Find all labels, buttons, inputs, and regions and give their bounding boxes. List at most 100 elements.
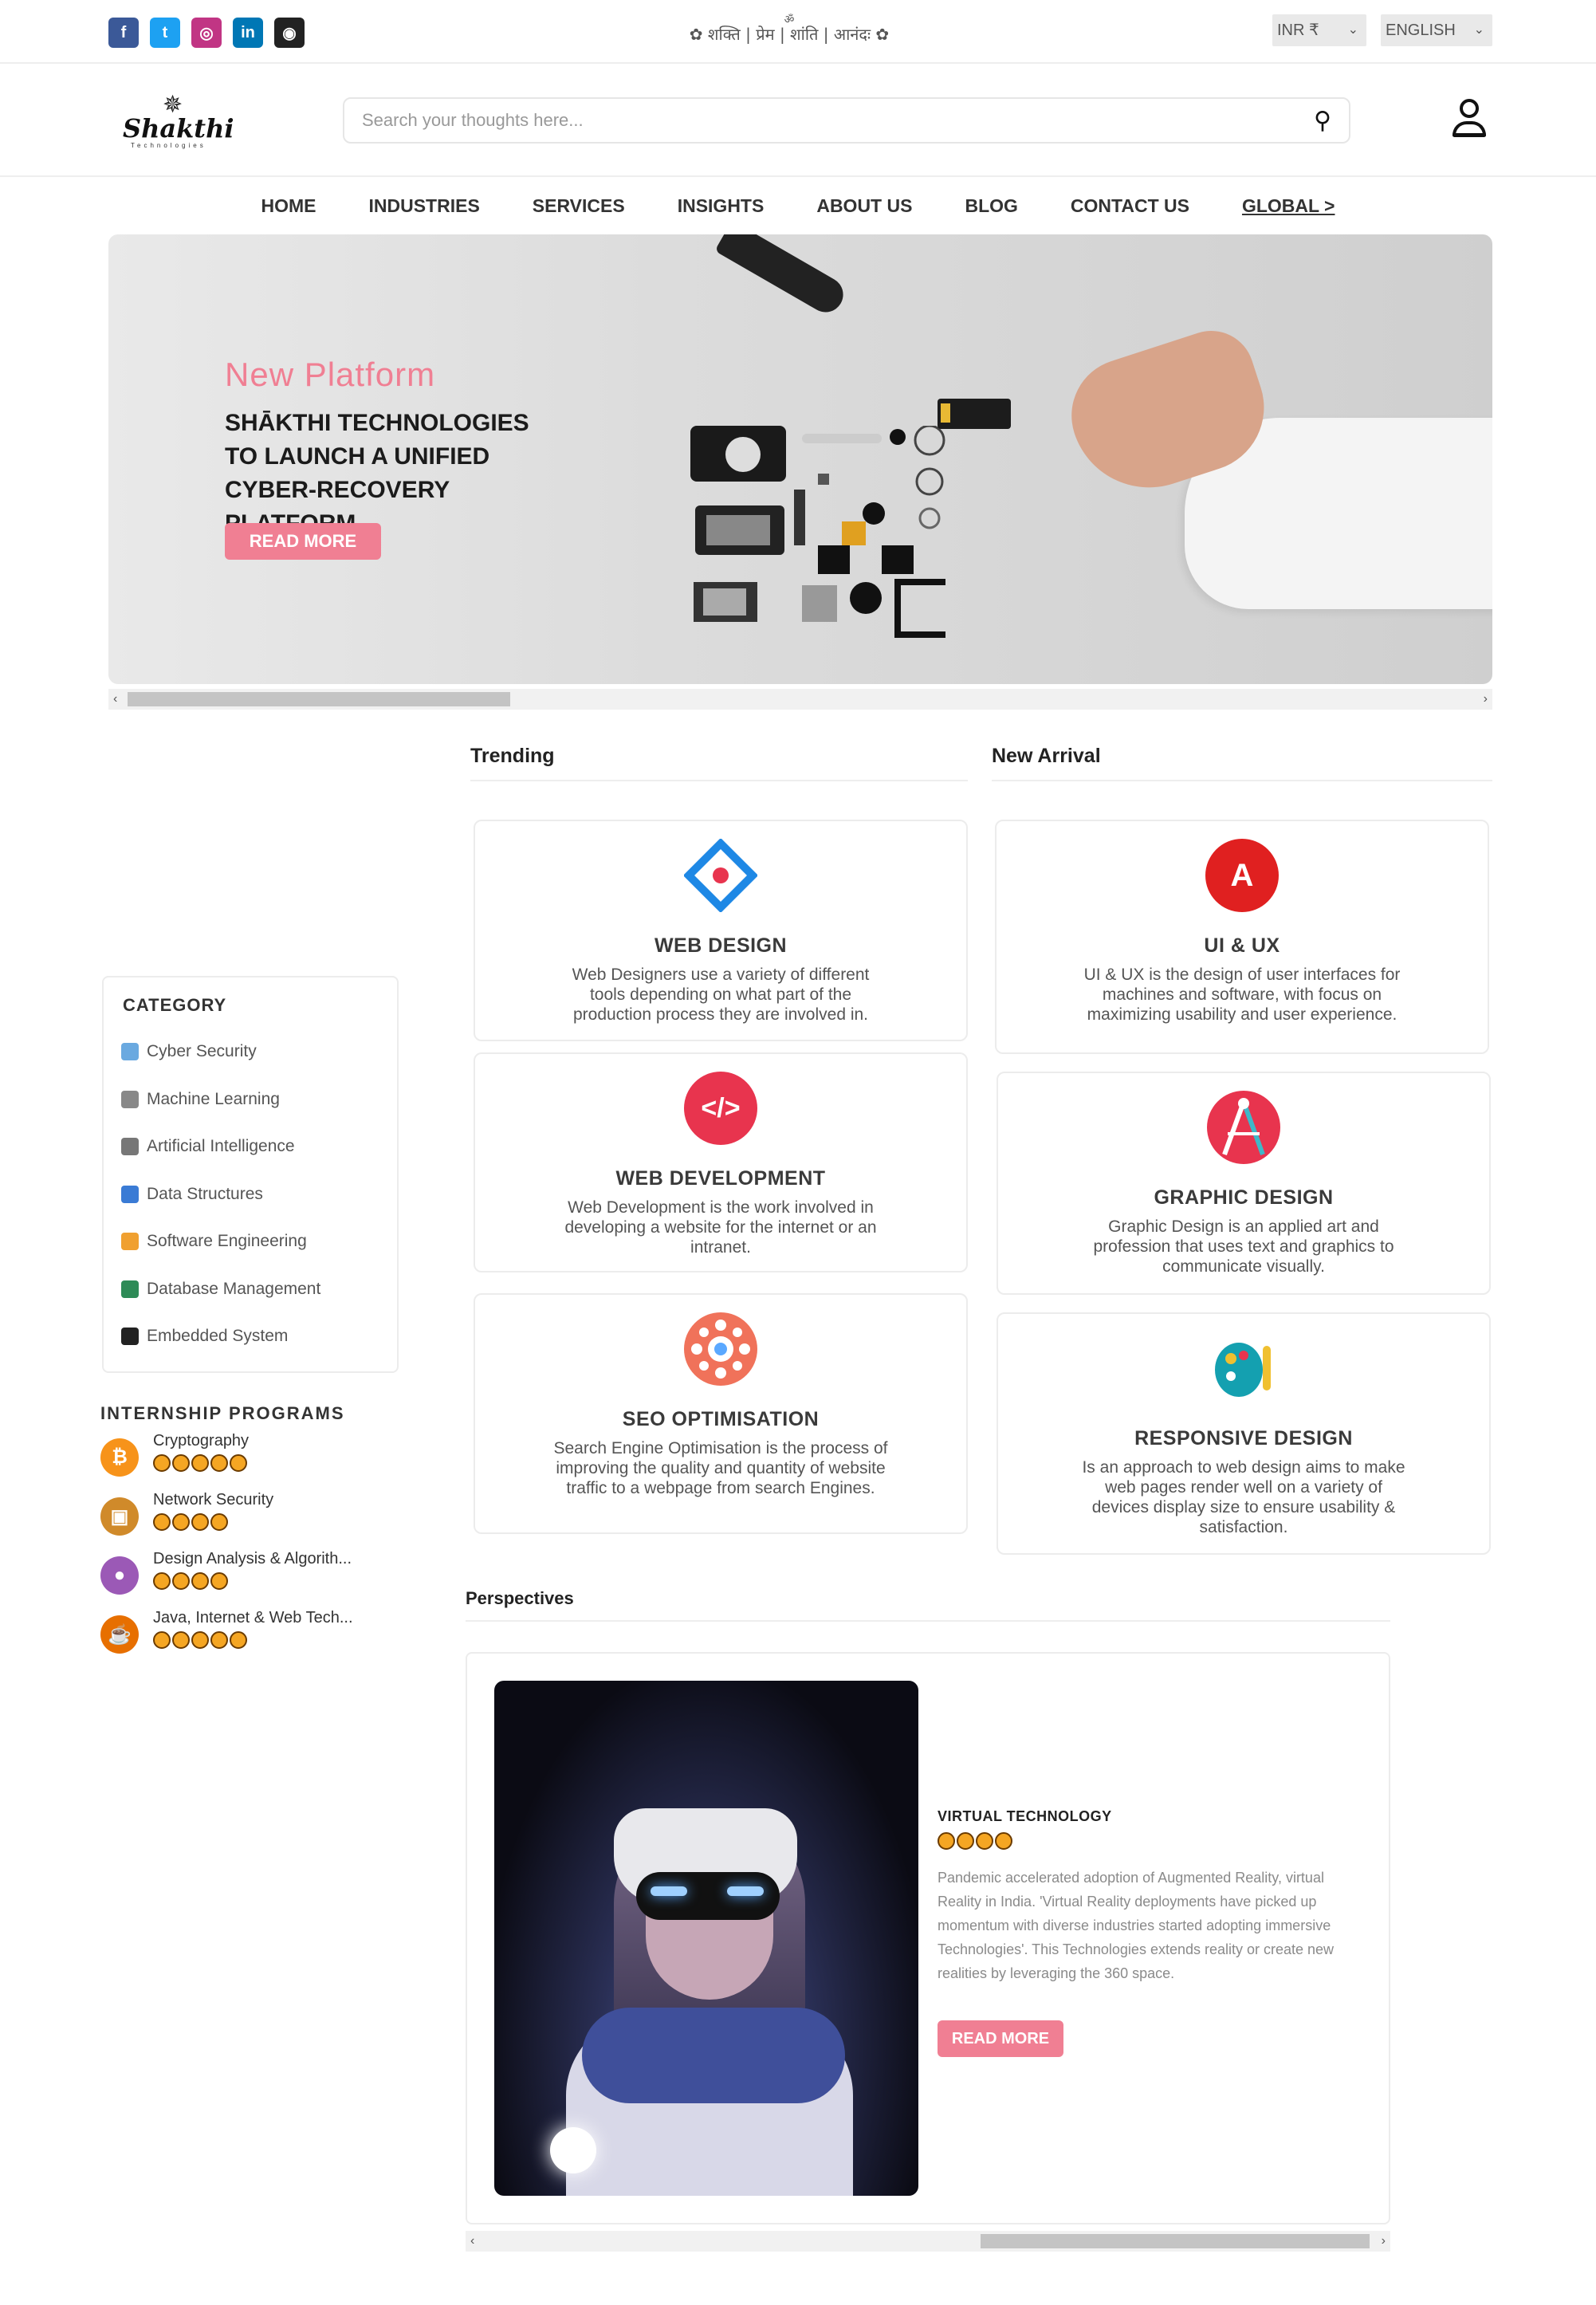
star-icon: [191, 1454, 209, 1472]
hero-headline: SHĀKTHI TECHNOLOGIES TO LAUNCH A UNIFIED…: [225, 410, 529, 537]
algorithm-icon: ●: [100, 1556, 139, 1595]
perspective-read-more-button[interactable]: READ MORE: [938, 2020, 1063, 2057]
internship-label: Design Analysis & Algorith...: [153, 1550, 352, 1567]
currency-select[interactable]: INR ₹ ⌄: [1272, 14, 1366, 46]
internship-item[interactable]: ₿ Cryptography: [100, 1432, 387, 1480]
nav-blog[interactable]: BLOG: [938, 191, 1044, 220]
star-icon: [230, 1631, 247, 1649]
instagram-icon[interactable]: ◎: [191, 18, 222, 48]
card-description: Is an approach to web design aims to mak…: [1082, 1458, 1405, 1536]
nav-services[interactable]: SERVICES: [506, 191, 651, 220]
divider: [992, 780, 1492, 781]
scroll-right-icon[interactable]: ›: [1484, 689, 1488, 710]
card-description: Web Development is the work involved in …: [564, 1198, 877, 1257]
nav-contact-us[interactable]: CONTACT US: [1044, 191, 1216, 220]
category-label: Embedded System: [147, 1327, 289, 1345]
java-icon: ☕: [100, 1615, 139, 1654]
code-icon: </>: [684, 1072, 757, 1145]
category-item[interactable]: Database Management: [121, 1277, 320, 1301]
scrollbar-thumb[interactable]: [128, 692, 510, 706]
star-icon: [230, 1454, 247, 1472]
perspective-scrollbar[interactable]: ‹ ›: [466, 2231, 1390, 2252]
internship-item[interactable]: ☕ Java, Internet & Web Tech...: [100, 1609, 387, 1657]
linkedin-icon[interactable]: in: [233, 18, 263, 48]
card-graphic-design[interactable]: GRAPHIC DESIGN Graphic Design is an appl…: [997, 1072, 1491, 1295]
category-label: Data Structures: [147, 1184, 263, 1203]
card-web-design[interactable]: WEB DESIGN Web Designers use a variety o…: [474, 820, 968, 1041]
internship-label: Cryptography: [153, 1432, 250, 1449]
github-icon[interactable]: ◉: [274, 18, 305, 48]
category-label: Machine Learning: [147, 1089, 280, 1108]
logo[interactable]: ✵ Shakthi Technologies: [123, 91, 234, 149]
language-value: ENGLISH: [1386, 22, 1456, 39]
camera-parts-image: [690, 426, 945, 638]
twitter-icon[interactable]: t: [150, 18, 180, 48]
category-icon: [121, 1090, 139, 1108]
usb-key-image: [714, 234, 850, 319]
search-input[interactable]: [362, 108, 1279, 132]
hero-banner: New Platform SHĀKTHI TECHNOLOGIES TO LAU…: [108, 234, 1492, 684]
category-item[interactable]: Software Engineering: [121, 1229, 307, 1253]
category-title: CATEGORY: [123, 995, 227, 1015]
currency-value: INR ₹: [1277, 22, 1319, 39]
card-responsive-design[interactable]: RESPONSIVE DESIGN Is an approach to web …: [997, 1312, 1491, 1555]
rating-stars: [153, 1454, 247, 1472]
main-nav: HOME INDUSTRIES SERVICES INSIGHTS ABOUT …: [0, 191, 1596, 220]
new-arrival-title: New Arrival: [992, 745, 1101, 767]
category-item[interactable]: Data Structures: [121, 1182, 263, 1206]
network-security-icon: ▣: [100, 1497, 139, 1536]
perspectives-title: Perspectives: [466, 1588, 574, 1608]
hero-read-more-button[interactable]: READ MORE: [225, 523, 381, 560]
card-description: UI & UX is the design of user interfaces…: [1083, 966, 1401, 1024]
logo-name: Shakthi: [123, 113, 234, 144]
category-icon: [121, 1138, 139, 1155]
facebook-icon[interactable]: f: [108, 18, 139, 48]
internship-label: Java, Internet & Web Tech...: [153, 1609, 353, 1626]
internship-item[interactable]: ▣ Network Security: [100, 1491, 387, 1539]
nav-home[interactable]: HOME: [235, 191, 343, 220]
nav-insights[interactable]: INSIGHTS: [651, 191, 791, 220]
card-title: SEO OPTIMISATION: [622, 1408, 820, 1430]
scroll-left-icon[interactable]: ‹: [113, 689, 117, 710]
search-icon[interactable]: ⚲: [1314, 107, 1331, 135]
scrollbar-thumb[interactable]: [981, 2234, 1370, 2248]
perspective-text: Pandemic accelerated adoption of Augment…: [938, 1870, 1335, 1981]
star-icon: [995, 1832, 1012, 1850]
om-symbol: ॐ: [784, 14, 795, 26]
hero-scrollbar[interactable]: ‹ ›: [108, 689, 1492, 710]
nav-industries[interactable]: INDUSTRIES: [343, 191, 506, 220]
web-design-icon: [684, 839, 757, 912]
chevron-down-icon: ⌄: [1347, 23, 1358, 37]
top-bar: f t ◎ in ◉ ॐ ✿ शक्ति | प्रेम | शांति | आनंदः…: [0, 0, 1596, 64]
category-item[interactable]: Artificial Intelligence: [121, 1135, 295, 1158]
category-panel: CATEGORY Cyber Security Machine Learning A…: [102, 976, 399, 1373]
category-item[interactable]: Embedded System: [121, 1324, 288, 1348]
card-description: Graphic Design is an applied art and pro…: [1093, 1217, 1394, 1276]
seo-icon: [684, 1312, 757, 1386]
palette-icon: [1207, 1331, 1280, 1405]
search-box: ⚲: [343, 97, 1350, 144]
category-label: Database Management: [147, 1279, 321, 1298]
category-item[interactable]: Machine Learning: [121, 1088, 280, 1111]
rating-stars: [153, 1631, 247, 1649]
card-web-development[interactable]: </> WEB DEVELOPMENT Web Development is t…: [474, 1052, 968, 1272]
internship-item[interactable]: ● Design Analysis & Algorith...: [100, 1550, 387, 1598]
card-ui-ux[interactable]: A UI & UX UI & UX is the design of user …: [995, 820, 1489, 1054]
header: ✵ Shakthi Technologies ⚲: [0, 64, 1596, 177]
internship-label: Network Security: [153, 1491, 274, 1508]
usb-stick-image: [938, 399, 1011, 429]
star-icon: [938, 1832, 955, 1850]
nav-global[interactable]: GLOBAL >: [1216, 191, 1362, 220]
category-item[interactable]: Cyber Security: [121, 1040, 257, 1064]
scroll-right-icon[interactable]: ›: [1382, 2231, 1386, 2252]
card-seo-optimisation[interactable]: SEO OPTIMISATION Search Engine Optimisat…: [474, 1293, 968, 1534]
language-select[interactable]: ENGLISH ⌄: [1381, 14, 1492, 46]
category-label: Artificial Intelligence: [147, 1137, 295, 1155]
account-icon[interactable]: [1451, 99, 1488, 140]
star-icon: [210, 1631, 228, 1649]
nav-about-us[interactable]: ABOUT US: [790, 191, 938, 220]
star-icon: [191, 1572, 209, 1590]
star-icon: [976, 1832, 993, 1850]
scroll-left-icon[interactable]: ‹: [470, 2231, 474, 2252]
tagline: ॐ ✿ शक्ति | प्रेम | शांति | आनंदः ✿: [678, 14, 901, 43]
